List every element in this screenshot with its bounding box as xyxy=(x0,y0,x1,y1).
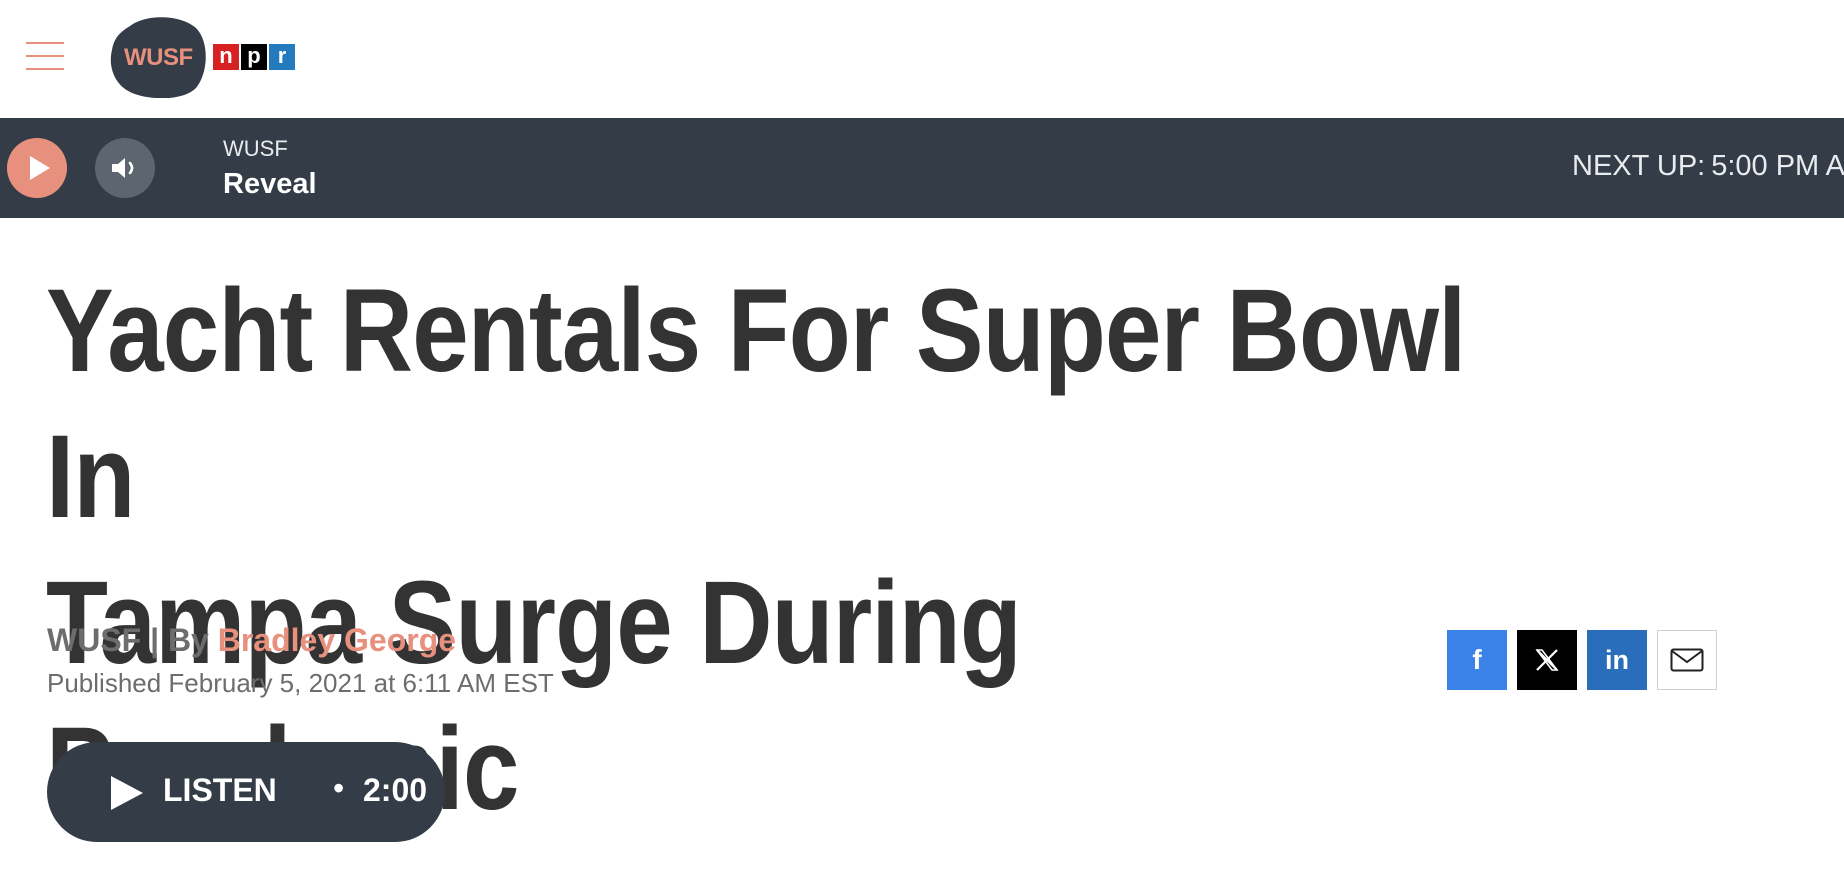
hamburger-menu-icon[interactable] xyxy=(26,42,64,72)
volume-icon xyxy=(112,158,134,178)
headline-line-1: Yacht Rentals For Super Bowl In xyxy=(46,265,1466,543)
volume-button[interactable] xyxy=(95,138,155,198)
byline-separator: | By xyxy=(141,622,218,658)
email-icon xyxy=(1670,648,1704,672)
npr-r: r xyxy=(269,44,295,70)
linkedin-icon: in xyxy=(1605,644,1629,675)
npr-n: n xyxy=(213,44,239,70)
logo-wusf-text: WUSF xyxy=(124,44,193,71)
byline: WUSF | By Bradley George xyxy=(47,622,456,659)
facebook-icon: f xyxy=(1472,644,1482,675)
listen-button[interactable]: LISTEN • 2:00 xyxy=(47,742,445,842)
byline-author-link[interactable]: Bradley George xyxy=(218,622,456,658)
published-date: Published February 5, 2021 at 6:11 AM ES… xyxy=(47,668,554,698)
npr-p: p xyxy=(241,44,267,70)
x-icon xyxy=(1535,649,1559,671)
player-station-name: WUSF xyxy=(223,136,288,161)
player-show-name[interactable]: Reveal xyxy=(223,168,317,201)
listen-separator: • xyxy=(333,770,345,806)
share-linkedin-button[interactable]: in xyxy=(1587,630,1647,690)
player-play-button[interactable] xyxy=(7,138,67,198)
share-x-button[interactable] xyxy=(1517,630,1577,690)
site-header: WUSF n p r xyxy=(0,0,1844,118)
next-up: NEXT UP: 5:00 PM A xyxy=(1572,150,1844,183)
share-facebook-button[interactable]: f xyxy=(1447,630,1507,690)
wusf-npr-logo[interactable]: WUSF n p r xyxy=(110,16,296,98)
live-player-bar: WUSF Reveal NEXT UP: 5:00 PM A xyxy=(0,118,1844,218)
listen-duration: 2:00 xyxy=(363,772,428,808)
listen-label: LISTEN xyxy=(163,772,277,808)
share-email-button[interactable] xyxy=(1657,630,1717,690)
play-icon xyxy=(30,156,50,180)
npr-logo: n p r xyxy=(213,44,297,70)
next-up-value: 5:00 PM A xyxy=(1711,150,1844,182)
play-icon xyxy=(111,776,143,810)
next-up-label: NEXT UP: xyxy=(1572,150,1706,182)
byline-source: WUSF xyxy=(47,622,142,658)
